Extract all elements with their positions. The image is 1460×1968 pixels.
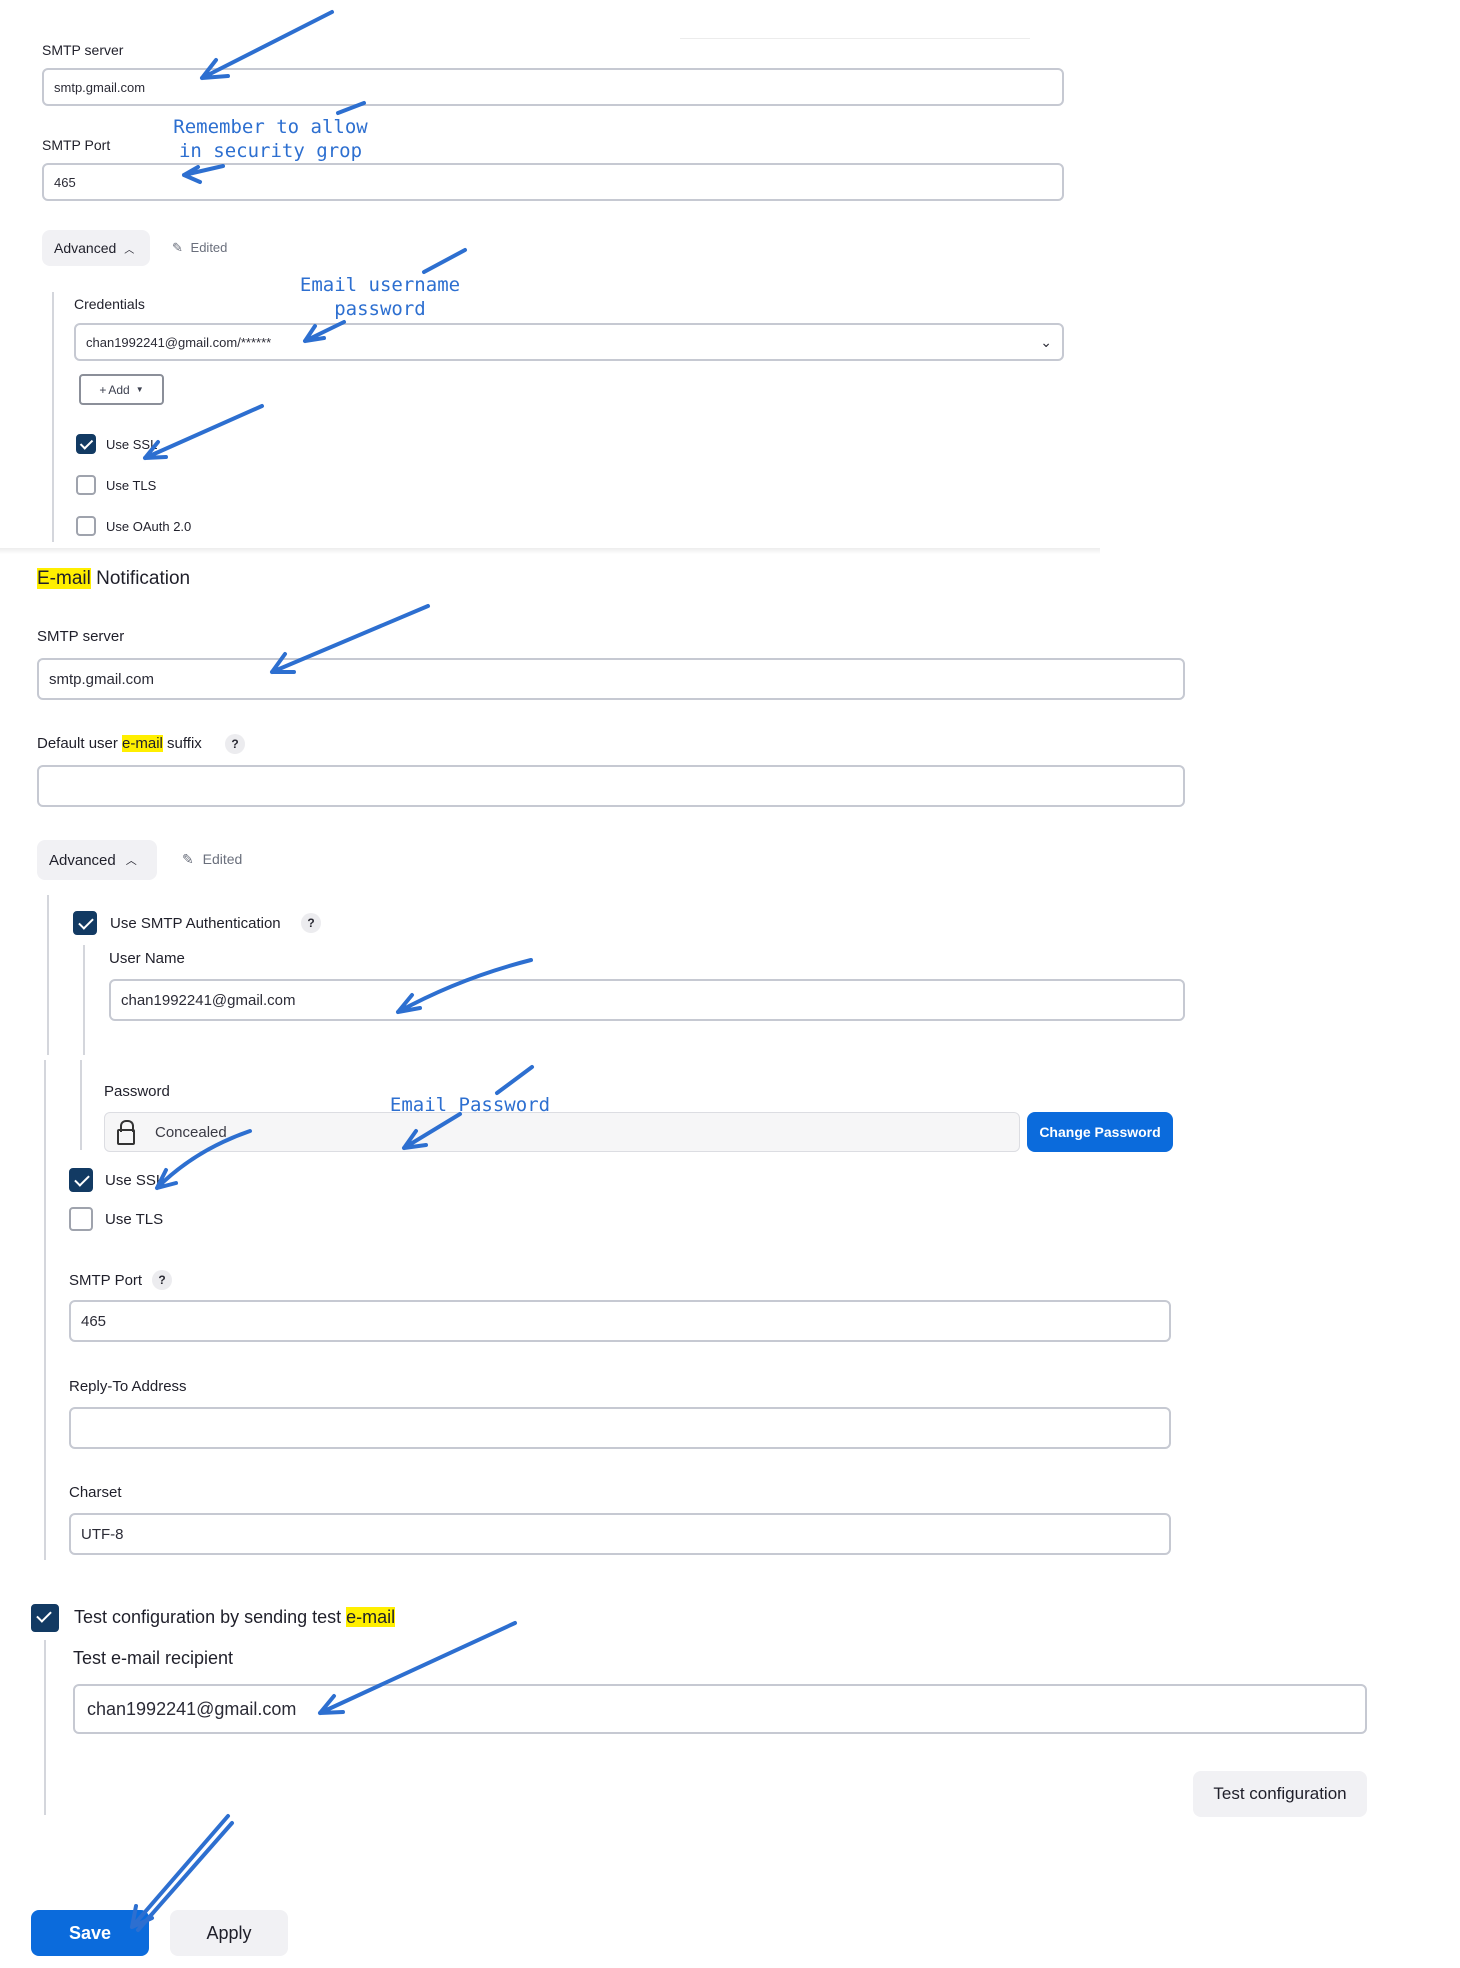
use-smtp-auth-label: Use SMTP Authentication [110, 915, 281, 932]
top-edited-label: Edited [190, 240, 228, 255]
top-advanced-toggle[interactable]: Advanced ︿ [42, 230, 150, 266]
email-smtp-server-input[interactable] [37, 658, 1185, 700]
security-group-note: Remember to allow in security grop [173, 116, 368, 162]
pencil-icon: ✎ [172, 240, 183, 255]
smtp-port-help-icon[interactable]: ? [152, 1270, 172, 1290]
top-use-ssl-checkbox[interactable] [76, 434, 96, 454]
top-edited-indicator: ✎ Edited [172, 240, 227, 256]
top-smtp-port-input[interactable] [42, 163, 1064, 201]
password-note: Email Password [389, 1094, 551, 1116]
user-name-label: User Name [109, 950, 185, 967]
email-smtp-port-label: SMTP Port [69, 1272, 143, 1289]
top-use-oauth-label: Use OAuth 2.0 [106, 519, 192, 534]
add-label: Add [108, 382, 130, 397]
email-use-ssl-label: Use SSL [105, 1172, 165, 1189]
test-configuration-button[interactable]: Test configuration [1193, 1771, 1367, 1817]
arrow-top-ssl [143, 404, 264, 460]
top-use-ssl-label: Use SSL [106, 437, 158, 452]
suffix-help-icon[interactable]: ? [225, 734, 245, 754]
chevron-up-icon: ︿ [125, 855, 137, 867]
save-button[interactable]: Save [31, 1910, 149, 1956]
password-guide [80, 1060, 82, 1150]
reply-to-label: Reply-To Address [69, 1378, 187, 1395]
email-smtp-server-label: SMTP server [37, 628, 125, 645]
caret-down-icon: ▼ [135, 385, 144, 394]
top-smtp-port-label: SMTP Port [42, 137, 111, 153]
test-recipient-input[interactable] [73, 1684, 1367, 1734]
email-edited-indicator: ✎ Edited [182, 851, 242, 868]
test-config-guide [44, 1640, 46, 1815]
password-label: Password [104, 1083, 170, 1100]
chevron-up-icon: ︿ [124, 244, 135, 256]
apply-button[interactable]: Apply [170, 1910, 288, 1956]
password-value: Concealed [155, 1123, 227, 1141]
suffix-label: Default user e-mail suffix [37, 735, 202, 752]
top-smtp-server-label: SMTP server [42, 42, 124, 58]
email-section-title: E-mail Notification [37, 568, 190, 590]
test-recipient-label: Test e-mail recipient [73, 1648, 234, 1668]
test-config-label-pre: Test configuration by sending test [74, 1607, 347, 1627]
email-use-tls-checkbox[interactable] [69, 1207, 93, 1231]
plus-icon: + [99, 382, 107, 397]
top-use-tls-checkbox[interactable] [76, 475, 96, 495]
email-edited-label: Edited [202, 851, 243, 867]
top-smtp-server-input[interactable] [42, 68, 1064, 106]
charset-label: Charset [69, 1484, 122, 1501]
top-advanced-label: Advanced [54, 240, 117, 256]
email-use-ssl-checkbox[interactable] [69, 1168, 93, 1192]
suffix-input[interactable] [37, 765, 1185, 807]
email-smtp-port-input[interactable] [69, 1300, 1171, 1342]
top-divider [680, 38, 1030, 39]
chevron-down-icon: ⌄ [1040, 333, 1052, 350]
suffix-label-pre: Default user [37, 735, 123, 752]
email-advanced-label: Advanced [49, 851, 116, 869]
pencil-icon: ✎ [182, 851, 194, 867]
top-advanced-guide [52, 292, 54, 542]
user-name-input[interactable] [109, 979, 1185, 1021]
test-config-label-highlight: e-mail [346, 1607, 396, 1627]
use-smtp-auth-checkbox[interactable] [73, 911, 97, 935]
email-use-tls-label: Use TLS [105, 1211, 164, 1228]
credentials-note: Email username password [299, 274, 461, 320]
password-field: Concealed [104, 1112, 1020, 1152]
smtp-auth-guide [83, 945, 85, 1055]
test-config-checkbox[interactable] [31, 1604, 59, 1632]
top-use-tls-label: Use TLS [106, 478, 157, 493]
email-section-title-rest: Notification [90, 568, 191, 589]
suffix-label-highlight: e-mail [122, 735, 163, 752]
top-use-oauth-checkbox[interactable] [76, 516, 96, 536]
advanced-guide-outer-bottom [44, 1060, 46, 1560]
credentials-value: chan1992241@gmail.com/****** [86, 334, 272, 350]
suffix-label-post: suffix [162, 735, 202, 752]
section-separator [0, 548, 1100, 554]
email-section-title-highlight: E-mail [37, 568, 91, 589]
advanced-guide-outer-top [47, 895, 49, 1055]
credentials-select[interactable]: chan1992241@gmail.com/****** ⌄ [74, 323, 1064, 361]
test-config-label: Test configuration by sending test e-mai… [74, 1607, 396, 1628]
lock-icon [117, 1120, 135, 1145]
charset-input[interactable] [69, 1513, 1171, 1555]
smtp-auth-help-icon[interactable]: ? [301, 913, 321, 933]
change-password-button[interactable]: Change Password [1027, 1112, 1173, 1152]
email-advanced-toggle[interactable]: Advanced ︿ [37, 840, 157, 880]
add-credentials-button[interactable]: + Add ▼ [79, 374, 164, 405]
credentials-label: Credentials [74, 296, 145, 312]
reply-to-input[interactable] [69, 1407, 1171, 1449]
